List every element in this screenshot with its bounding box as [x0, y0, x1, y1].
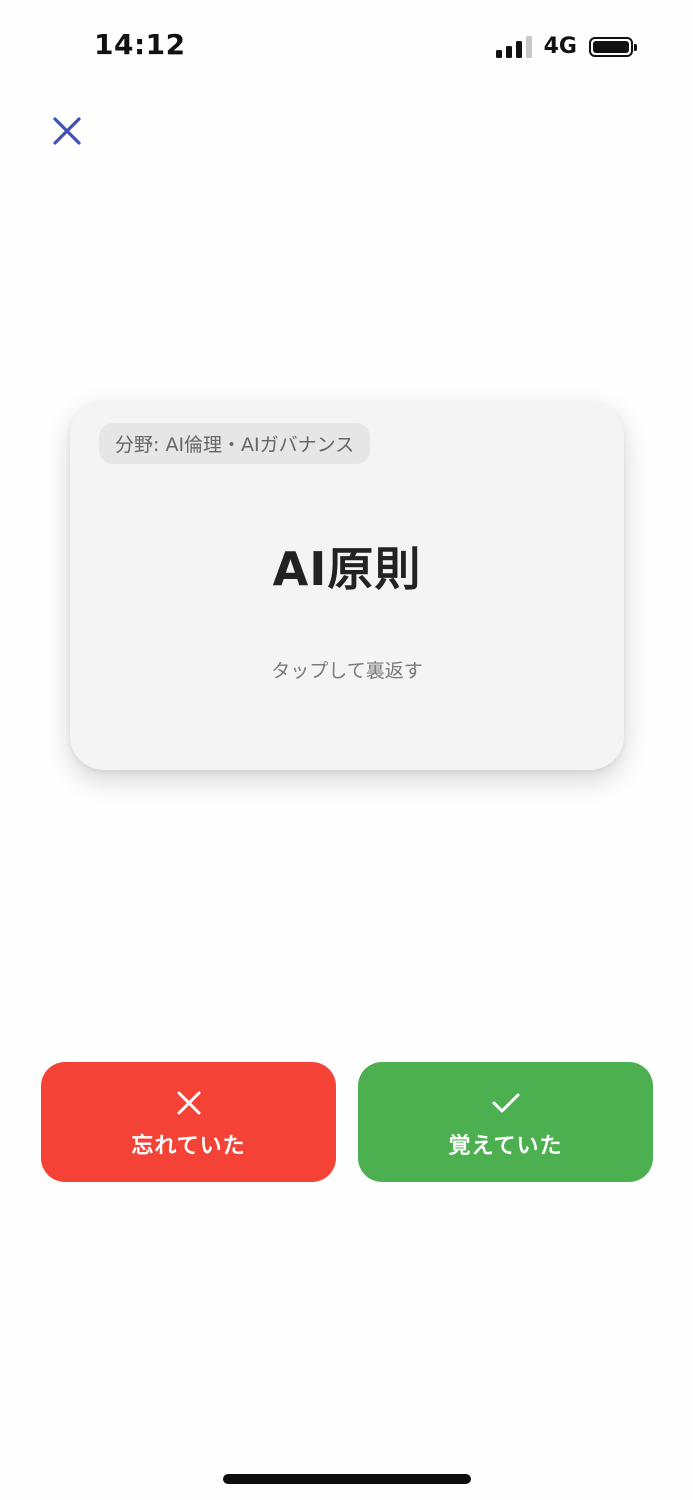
category-label: 分野: AI倫理・AIガバナンス	[115, 434, 355, 456]
signal-icon	[495, 35, 532, 58]
forgot-button[interactable]: 忘れていた	[41, 1062, 336, 1182]
network-type: 4G	[543, 34, 577, 59]
flashcard[interactable]: 分野: AI倫理・AIガバナンス AI原則 タップして裏返す	[70, 401, 624, 770]
status-indicators: 4G	[495, 34, 637, 59]
status-bar: 14:12 4G	[0, 0, 693, 96]
check-icon	[492, 1093, 519, 1113]
flip-hint: タップして裏返す	[271, 660, 423, 682]
forgot-label: 忘れていた	[131, 1134, 246, 1159]
category-chip: 分野: AI倫理・AIガバナンス	[99, 423, 371, 464]
remembered-button[interactable]: 覚えていた	[358, 1062, 653, 1182]
home-indicator[interactable]	[223, 1474, 471, 1484]
card-term: AI原則	[272, 542, 422, 596]
close-button[interactable]	[44, 108, 90, 154]
close-icon	[53, 117, 81, 145]
status-time: 14:12	[94, 28, 186, 61]
x-icon	[177, 1091, 200, 1115]
battery-icon	[589, 36, 637, 57]
remembered-label: 覚えていた	[448, 1134, 563, 1159]
